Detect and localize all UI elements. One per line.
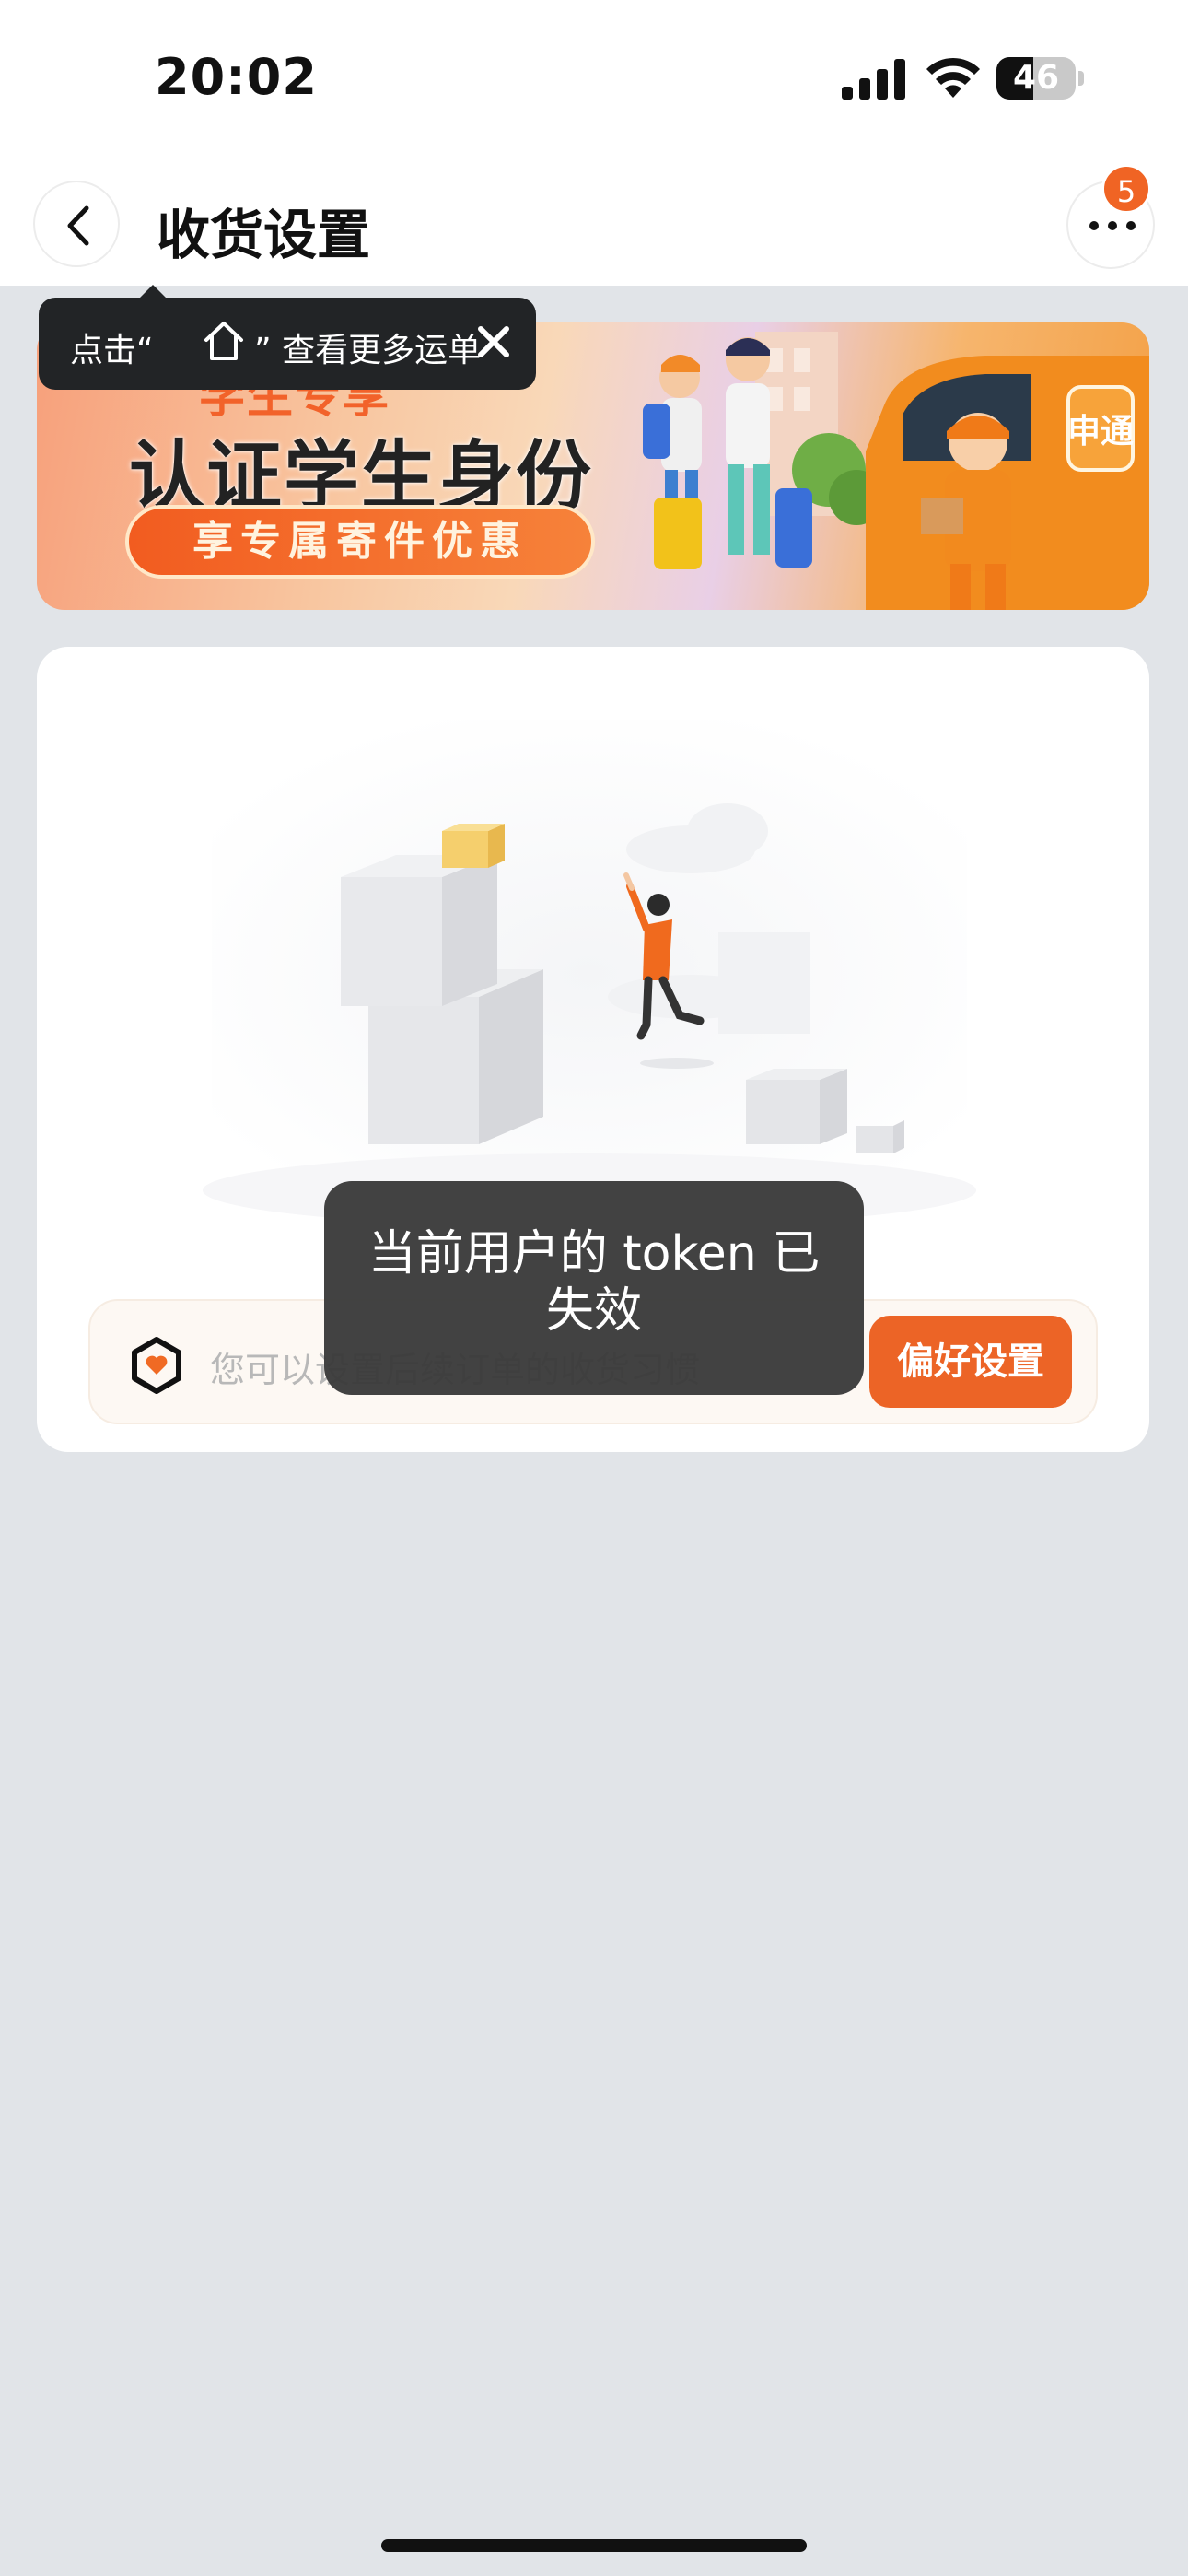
banner-pill-label: 享专属寄件优惠 — [192, 518, 528, 565]
nav-bar: 收货设置 — [0, 157, 1188, 286]
status-bar: 20:02 46 — [0, 0, 1188, 157]
home-icon — [204, 322, 243, 360]
tooltip-text-prefix: 点击“ — [70, 332, 154, 369]
courier-illustration: 申通 — [643, 332, 1149, 610]
battery-label: 46 — [1012, 59, 1060, 97]
back-button[interactable] — [33, 181, 120, 267]
tooltip: 点击“ ” 查看更多运单 — [39, 285, 536, 390]
home-indicator[interactable] — [381, 2539, 807, 2552]
wifi-icon — [926, 57, 980, 98]
heart-hexagon-icon — [132, 1337, 181, 1394]
notification-badge: 5 — [1101, 164, 1151, 214]
page-title: 收货设置 — [157, 204, 371, 266]
banner-pill: 享专属寄件优惠 — [125, 505, 595, 579]
empty-boxes-illustration — [203, 720, 976, 1227]
battery-icon: 46 — [996, 57, 1085, 100]
status-time: 20:02 — [155, 48, 318, 106]
preference-settings-button[interactable]: 偏好设置 — [869, 1316, 1072, 1408]
close-icon[interactable] — [475, 323, 512, 360]
signal-icon — [842, 59, 905, 100]
tooltip-text-suffix: ” 查看更多运单 — [254, 332, 482, 369]
error-toast: 当前用户的 token 已失效 — [324, 1181, 864, 1395]
van-logo-text: 申通 — [1067, 413, 1134, 451]
chevron-left-icon — [67, 205, 89, 246]
tooltip-arrow — [140, 285, 166, 298]
more-dots-icon — [1089, 221, 1136, 230]
